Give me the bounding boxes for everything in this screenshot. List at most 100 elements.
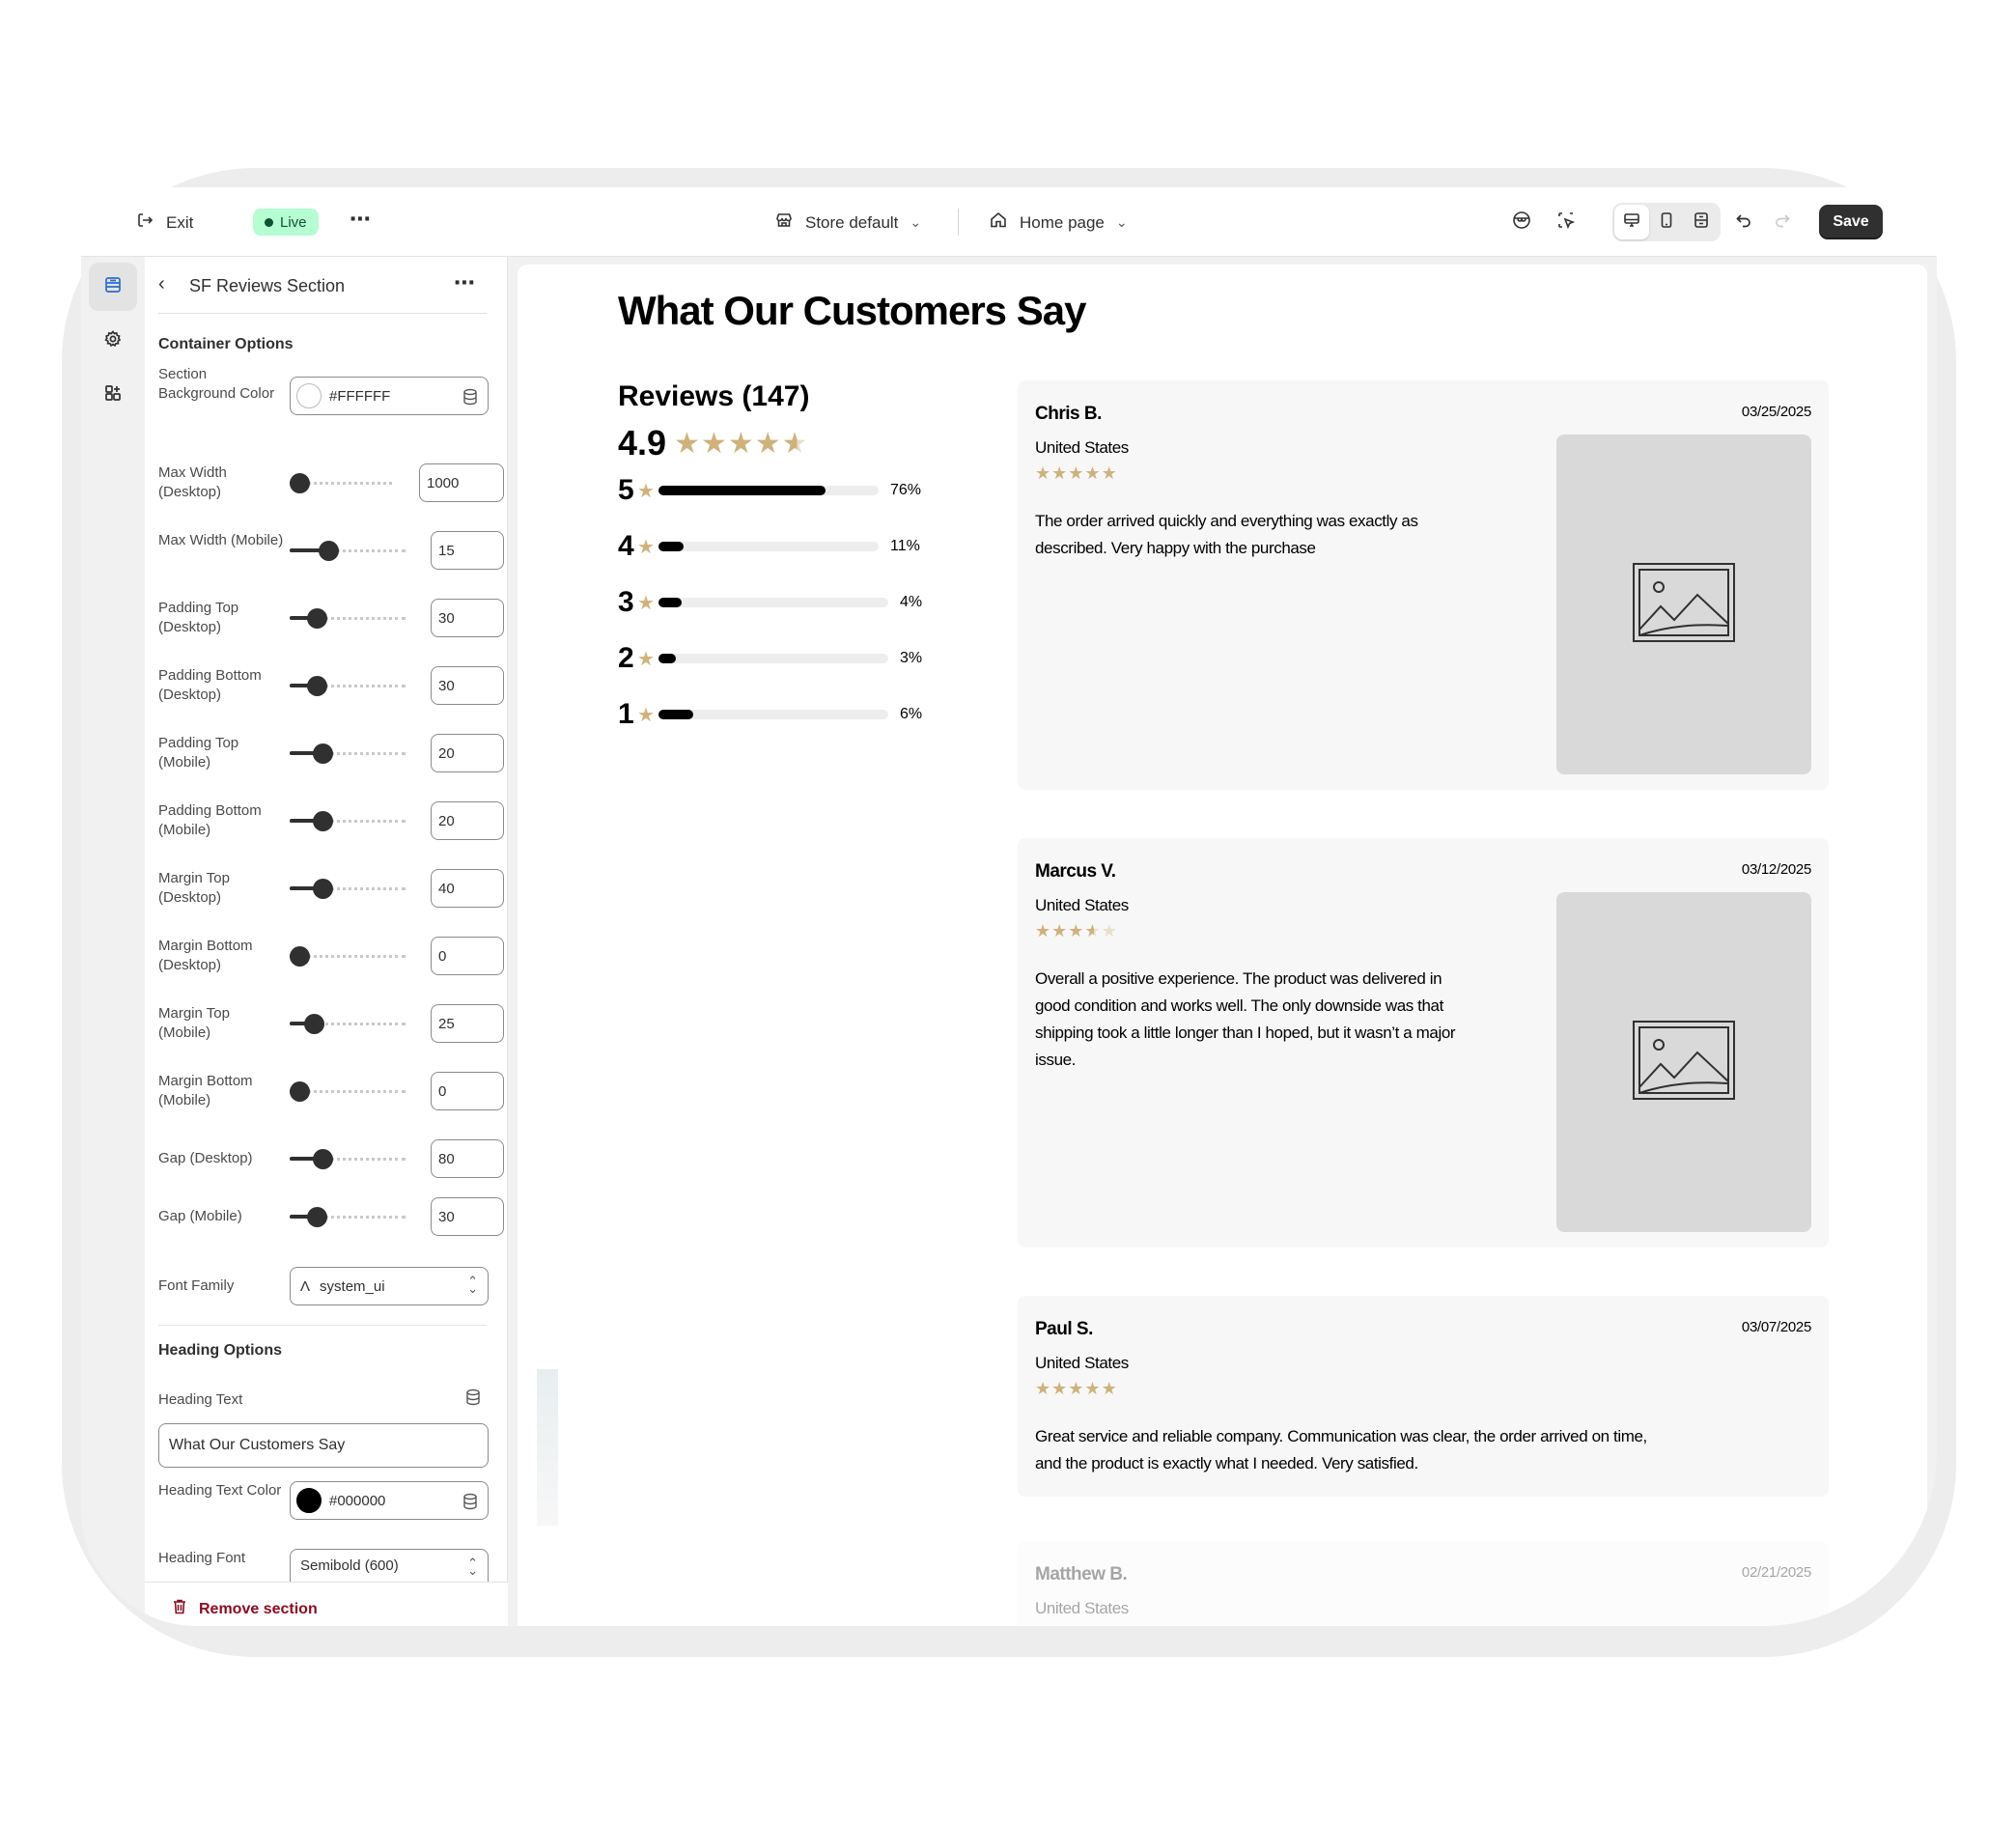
slider-thumb[interactable]	[313, 743, 333, 764]
dynamic-source-icon[interactable]	[465, 1388, 481, 1411]
live-status-badge: Live	[253, 209, 319, 236]
back-chevron-icon[interactable]: ‹	[158, 273, 165, 295]
heading-text-input[interactable]: What Our Customers Say	[158, 1423, 489, 1468]
slider-thumb[interactable]	[290, 1081, 310, 1102]
more-actions-button[interactable]: ⋯	[350, 207, 372, 232]
apps-icon	[102, 382, 124, 408]
star-icon: ★	[727, 427, 755, 460]
number-input[interactable]: 20	[431, 801, 504, 840]
slider-thumb[interactable]	[313, 1149, 333, 1169]
range-slider[interactable]	[290, 946, 406, 967]
range-slider[interactable]	[290, 676, 406, 696]
preview-inspector-button[interactable]	[1504, 205, 1539, 239]
mobile-view-button[interactable]	[1649, 205, 1684, 239]
setting-label: Margin Bottom (Mobile)	[158, 1073, 253, 1108]
distribution-percent: 6%	[900, 706, 923, 722]
heading-weight-select[interactable]: Semibold (600) ⌃ ⌄	[290, 1549, 489, 1582]
panel-more-button[interactable]: ⋯	[454, 270, 476, 295]
preview-heading[interactable]: What Our Customers Say	[618, 288, 1086, 334]
number-input[interactable]: 1000	[419, 463, 504, 502]
remove-section-button[interactable]: Remove section	[172, 1598, 318, 1620]
page-selector[interactable]: Home page ⌄	[989, 210, 1128, 235]
slider-thumb[interactable]	[313, 811, 333, 831]
dynamic-source-icon[interactable]	[462, 388, 478, 409]
range-slider[interactable]	[290, 541, 406, 561]
slider-thumb[interactable]	[290, 946, 310, 967]
slider-thumb[interactable]	[319, 541, 339, 561]
select-chevron-icon: ⌃ ⌄	[467, 1556, 478, 1578]
range-slider[interactable]	[290, 1149, 406, 1169]
slider-thumb[interactable]	[307, 676, 327, 696]
range-slider[interactable]	[290, 1207, 406, 1227]
number-input[interactable]: 20	[431, 734, 504, 772]
range-slider[interactable]	[290, 879, 406, 899]
heading-weight-value: Semibold (600)	[300, 1557, 399, 1574]
slider-thumb[interactable]	[290, 473, 310, 493]
color-swatch[interactable]	[296, 383, 322, 408]
number-input[interactable]: 80	[431, 1139, 504, 1178]
settings-tab[interactable]	[89, 317, 137, 365]
overlay-strip	[537, 1369, 558, 1526]
number-input[interactable]: 30	[431, 1197, 504, 1236]
apps-tab[interactable]	[89, 371, 137, 419]
range-slider[interactable]	[290, 811, 406, 831]
slider-thumb[interactable]	[313, 879, 333, 899]
store-selector[interactable]: Store default ⌄	[774, 210, 921, 235]
reviewer-name: Chris B.	[1035, 404, 1102, 424]
review-stars: ★★★★★	[1035, 463, 1118, 484]
number-input[interactable]: 40	[431, 869, 504, 908]
heading-weight-label: Heading Font Weight	[158, 1550, 246, 1570]
desktop-view-button[interactable]	[1614, 205, 1649, 239]
range-slider[interactable]	[290, 608, 406, 629]
range-slider[interactable]	[290, 1081, 406, 1102]
distribution-bar	[658, 710, 888, 719]
slider-thumb[interactable]	[307, 1207, 327, 1227]
sections-tab[interactable]	[89, 263, 137, 311]
distribution-percent: 11%	[890, 538, 920, 554]
top-bar: Exit Live ⋯ Store default ⌄ Home page ⌄	[81, 187, 1937, 257]
dynamic-source-icon[interactable]	[462, 1493, 478, 1514]
redo-icon	[1773, 210, 1792, 235]
number-input[interactable]: 30	[431, 599, 504, 637]
bg-color-field[interactable]: #FFFFFF	[290, 377, 489, 415]
remove-section-label: Remove section	[199, 1600, 318, 1617]
star-icon: ★	[637, 704, 655, 726]
slider-thumb[interactable]	[307, 608, 327, 629]
element-select-button[interactable]	[1549, 205, 1583, 239]
star-icon: ★	[1051, 921, 1069, 940]
star-icon: ★	[637, 536, 655, 558]
review-image-placeholder[interactable]	[1556, 892, 1811, 1232]
left-icon-rail	[81, 257, 145, 1626]
font-family-select[interactable]: Λ system_ui ⌃ ⌄	[290, 1267, 489, 1305]
review-card: Marcus V. 03/12/2025 United States ★★★★★ Ove…	[1018, 838, 1829, 1248]
range-slider[interactable]	[290, 1014, 406, 1034]
heading-color-field[interactable]: #000000	[290, 1481, 489, 1520]
number-input[interactable]: 30	[431, 666, 504, 705]
distribution-bar	[658, 542, 879, 551]
star-icon: ★	[781, 427, 809, 460]
number-input[interactable]: 15	[431, 531, 504, 570]
range-slider[interactable]	[290, 473, 392, 493]
exit-button[interactable]: Exit	[135, 210, 193, 235]
star-level: 1	[618, 698, 634, 730]
range-slider[interactable]	[290, 743, 406, 764]
number-input[interactable]: 0	[431, 937, 504, 975]
review-image-placeholder[interactable]	[1556, 435, 1811, 774]
divider	[158, 1325, 487, 1326]
review-card: Paul S. 03/07/2025 United States ★★★★★ Great…	[1018, 1296, 1829, 1497]
undo-button[interactable]	[1726, 205, 1761, 239]
number-input[interactable]: 0	[431, 1072, 504, 1110]
distribution-bar-fill	[658, 710, 693, 719]
save-button[interactable]: Save	[1819, 205, 1883, 239]
fullwidth-view-button[interactable]	[1684, 205, 1719, 239]
reviewer-country: United States	[1035, 896, 1129, 914]
star-level: 4	[618, 530, 634, 562]
slider-thumb[interactable]	[304, 1014, 324, 1034]
number-input[interactable]: 25	[431, 1004, 504, 1043]
reviewer-country: United States	[1035, 438, 1129, 457]
color-swatch[interactable]	[296, 1488, 322, 1513]
redo-button[interactable]	[1765, 205, 1800, 239]
divider	[158, 313, 487, 314]
average-rating-value: 4.9	[618, 423, 667, 463]
bg-color-label: Section Background Color	[158, 366, 275, 402]
